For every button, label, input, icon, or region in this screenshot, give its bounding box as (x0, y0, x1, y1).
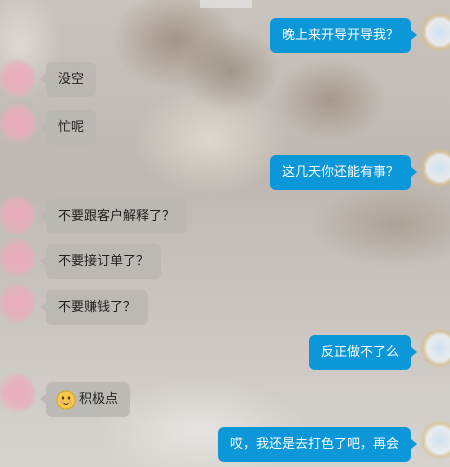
message-bubble-incoming[interactable]: 忙呢 (39, 110, 97, 145)
contact-avatar[interactable] (0, 103, 36, 143)
contact-avatar[interactable] (0, 373, 36, 413)
message-bubble-incoming[interactable]: 没空 (39, 62, 97, 97)
contact-avatar[interactable] (0, 58, 36, 98)
message-text: 不要跟客户解释了？ (58, 209, 176, 224)
message-bubble-outgoing[interactable]: 反正做不了么 (308, 335, 418, 370)
message-bubble-incoming[interactable]: 积极点 (39, 382, 131, 417)
message-text: 积极点 (79, 392, 119, 407)
contact-avatar[interactable] (0, 238, 36, 278)
message-bubble-incoming[interactable]: 不要赚钱了？ (39, 290, 149, 325)
message-bubble-outgoing[interactable]: 哎，我还是去打色了吧，再会 (217, 427, 418, 462)
my-avatar[interactable] (420, 148, 450, 188)
my-avatar[interactable] (420, 12, 450, 52)
message-text: 不要赚钱了？ (58, 300, 137, 315)
message-text: 晚上来开导开导我？ (281, 28, 399, 43)
message-bubble-outgoing[interactable]: 这几天你还能有事？ (269, 155, 418, 190)
message-text: 不要接订单了？ (58, 254, 150, 269)
message-text: 反正做不了么 (320, 345, 399, 360)
message-bubble-incoming[interactable]: 不要跟客户解释了？ (39, 199, 188, 234)
contact-avatar[interactable] (0, 283, 36, 323)
smile-emoji-icon (56, 389, 76, 409)
message-text: 哎，我还是去打色了吧，再会 (229, 437, 399, 452)
my-avatar[interactable] (420, 420, 450, 460)
message-bubble-outgoing[interactable]: 晚上来开导开导我？ (269, 18, 418, 53)
contact-avatar[interactable] (0, 195, 36, 235)
top-strip (200, 0, 252, 8)
message-text: 这几天你还能有事？ (281, 165, 399, 180)
message-text: 没空 (58, 72, 85, 87)
message-bubble-incoming[interactable]: 不要接订单了？ (39, 244, 162, 279)
my-avatar[interactable] (420, 328, 450, 368)
message-text: 忙呢 (58, 120, 85, 135)
